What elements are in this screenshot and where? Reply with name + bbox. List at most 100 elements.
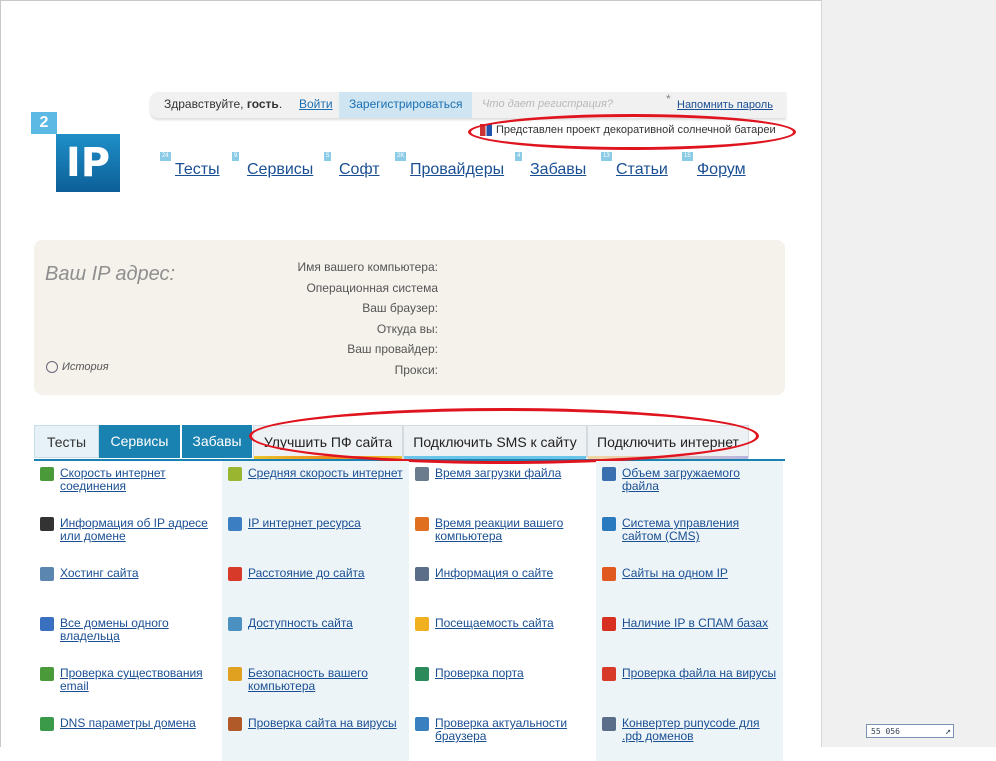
port-icon: [415, 667, 429, 681]
remind-password-link[interactable]: Напомнить пароль: [677, 99, 773, 111]
service-item[interactable]: Объем загружаемого файла: [596, 461, 783, 511]
service-link[interactable]: Информация об IP адресе или домене: [60, 517, 218, 543]
server-icon: [40, 567, 54, 581]
service-item[interactable]: Время загрузки файла: [409, 461, 596, 511]
nav-label: Статьи: [616, 161, 668, 178]
service-link[interactable]: Скорость интернет соединения: [60, 467, 218, 493]
service-item[interactable]: Проверка существования email: [34, 661, 221, 711]
service-item[interactable]: Информация о сайте: [409, 561, 596, 611]
ip-globe-icon: [228, 517, 242, 531]
service-link[interactable]: Проверка актуальности браузера: [435, 717, 593, 743]
service-item[interactable]: Расстояние до сайта: [222, 561, 409, 611]
ban-icon: [602, 617, 616, 631]
nav-badge: 9: [232, 152, 240, 161]
service-link[interactable]: Доступность сайта: [248, 617, 406, 630]
service-link[interactable]: Конвертер punycode для .рф доменов: [622, 717, 780, 743]
service-item[interactable]: Безопасность вашего компьютера: [222, 661, 409, 711]
service-link[interactable]: Наличие IP в СПАМ базах: [622, 617, 780, 630]
service-item[interactable]: Проверка файла на вирусы: [596, 661, 783, 711]
logo-two: 2: [31, 112, 57, 134]
browser-icon: [415, 717, 429, 731]
tab-sms[interactable]: Подключить SMS к сайту: [403, 425, 587, 460]
label-proxy: Прокси:: [394, 362, 438, 377]
pin-icon: [228, 567, 242, 581]
login-link[interactable]: Войти: [299, 97, 333, 111]
tab-improve-pf[interactable]: Улучшить ПФ сайта: [253, 425, 403, 460]
virus-icon: [602, 667, 616, 681]
ip-info-panel: Ваш IP адрес: Имя вашего компьютера: Опе…: [34, 240, 785, 395]
service-item[interactable]: Проверка сайта на вирусы: [222, 711, 409, 761]
label-location: Откуда вы:: [376, 321, 438, 336]
tab-label: Подключить интернет: [597, 434, 739, 450]
service-link[interactable]: Средняя скорость интернет: [248, 467, 406, 480]
globe-icon: [40, 617, 54, 631]
greeting-dot: .: [278, 97, 283, 111]
service-link[interactable]: IP интернет ресурса: [248, 517, 406, 530]
history-link[interactable]: История: [46, 361, 109, 374]
star-icon: [415, 617, 429, 631]
service-link[interactable]: Все домены одного владельца: [60, 617, 218, 643]
bug-icon: [228, 717, 242, 731]
service-link[interactable]: Информация о сайте: [435, 567, 593, 580]
gear-icon: [602, 517, 616, 531]
service-item[interactable]: Информация об IP адресе или домене: [34, 511, 221, 561]
tab-tests[interactable]: Тесты: [34, 425, 99, 458]
register-button[interactable]: Зарегистрироваться: [339, 92, 473, 118]
service-link[interactable]: Проверка файла на вирусы: [622, 667, 780, 680]
doc-icon: [415, 567, 429, 581]
ip-info-labels: Имя вашего компьютера: Операционная сист…: [184, 257, 438, 381]
service-item[interactable]: Наличие IP в СПАМ базах: [596, 611, 783, 661]
service-link[interactable]: Время реакции вашего компьютера: [435, 517, 593, 543]
service-item[interactable]: Конвертер punycode для .рф доменов: [596, 711, 783, 761]
services-grid: Скорость интернет соединения Средняя скор…: [34, 461, 785, 761]
service-link[interactable]: Время загрузки файла: [435, 467, 593, 480]
history-label: История: [62, 361, 109, 373]
label-os: Операционная система: [306, 280, 438, 295]
service-item[interactable]: Средняя скорость интернет: [222, 461, 409, 511]
service-item[interactable]: Посещаемость сайта: [409, 611, 596, 661]
ip-title: Ваш IP адрес:: [45, 263, 176, 285]
clock-icon: [46, 361, 58, 374]
tab-internet[interactable]: Подключить интернет: [587, 425, 749, 460]
service-link[interactable]: Объем загружаемого файла: [622, 467, 780, 493]
service-item[interactable]: Время реакции вашего компьютера: [409, 511, 596, 561]
signal-icon: [228, 617, 242, 631]
guest-name: гость: [246, 97, 279, 111]
tab-services[interactable]: Сервисы: [99, 425, 180, 458]
why-register-link[interactable]: Что дает регистрация?: [482, 98, 613, 110]
service-link[interactable]: Посещаемость сайта: [435, 617, 593, 630]
service-item[interactable]: Хостинг сайта: [34, 561, 221, 611]
promo-text: Представлен проект декоративной солнечно…: [496, 124, 776, 136]
nav-label: Сервисы: [247, 161, 314, 178]
service-item[interactable]: Скорость интернет соединения: [34, 461, 221, 511]
service-link[interactable]: Хостинг сайта: [60, 567, 218, 580]
service-link[interactable]: Расстояние до сайта: [248, 567, 406, 580]
visit-counter[interactable]: 55 056 ↗: [866, 724, 954, 738]
service-link[interactable]: Проверка существования email: [60, 667, 218, 693]
tab-label: Улучшить ПФ сайта: [263, 434, 393, 450]
service-item[interactable]: Все домены одного владельца: [34, 611, 221, 661]
greeting-text: Здравствуйте,: [164, 97, 247, 111]
label-provider: Ваш провайдер:: [347, 342, 438, 357]
nav-badge: 5: [324, 152, 332, 161]
service-item[interactable]: IP интернет ресурса: [222, 511, 409, 561]
nav-badge: 4: [515, 152, 523, 161]
service-item[interactable]: Система управления сайтом (CMS): [596, 511, 783, 561]
service-link[interactable]: DNS параметры домена: [60, 717, 218, 730]
service-link[interactable]: Проверка сайта на вирусы: [248, 717, 406, 730]
bars-icon: [228, 467, 242, 481]
service-link[interactable]: Сайты на одном IP: [622, 567, 780, 580]
mail-icon: [40, 667, 54, 681]
site-logo[interactable]: 2 IP: [31, 112, 121, 192]
promo-notice[interactable]: Представлен проект декоративной солнечно…: [480, 124, 776, 137]
tab-fun[interactable]: Забавы: [182, 425, 252, 458]
service-item[interactable]: Сайты на одном IP: [596, 561, 783, 611]
service-item[interactable]: Доступность сайта: [222, 611, 409, 661]
service-item[interactable]: DNS параметры домена: [34, 711, 221, 761]
service-item[interactable]: Проверка актуальности браузера: [409, 711, 596, 761]
service-link[interactable]: Безопасность вашего компьютера: [248, 667, 406, 693]
tab-bar: Тесты Сервисы Забавы Улучшить ПФ сайта П…: [34, 425, 784, 461]
service-link[interactable]: Система управления сайтом (CMS): [622, 517, 780, 543]
service-item[interactable]: Проверка порта: [409, 661, 596, 711]
service-link[interactable]: Проверка порта: [435, 667, 593, 680]
